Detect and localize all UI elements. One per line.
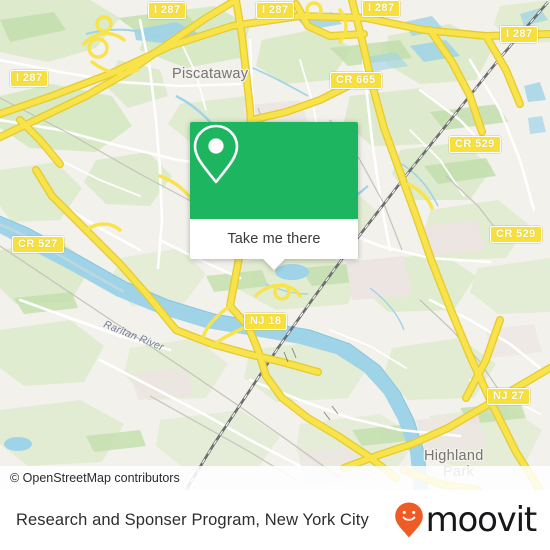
route-shield-i287-right[interactable]: I 287 [500,26,539,43]
route-shield-cr529-south[interactable]: CR 529 [490,226,542,243]
place-label-piscataway: Piscataway [172,66,249,82]
popup-pointer-tail [263,259,285,270]
screenshot-root: Piscataway Highland Park Raritan River I… [0,0,550,550]
route-shield-nj27[interactable]: NJ 27 [487,388,531,405]
location-pin-icon [193,124,239,184]
route-shield-cr529-north[interactable]: CR 529 [449,136,501,153]
take-me-there-label: Take me there [227,231,321,247]
route-shield-nj18[interactable]: NJ 18 [244,313,288,330]
place-label-highland: Highland [424,448,484,464]
route-shield-i287-left[interactable]: I 287 [10,70,49,87]
moovit-wordmark: moovit [425,500,538,540]
route-shield-i287-top3[interactable]: I 287 [362,0,401,17]
route-shield-i287-top2[interactable]: I 287 [256,2,295,19]
map-attribution[interactable]: © OpenStreetMap contributors [0,466,550,490]
popup-image-area [190,122,358,219]
map-canvas[interactable]: Piscataway Highland Park Raritan River I… [0,0,550,490]
route-shield-cr527[interactable]: CR 527 [12,236,64,253]
location-popup-card[interactable]: Take me there [190,122,358,270]
moovit-smiley-pin-icon [394,502,423,538]
route-shield-i287-top1[interactable]: I 287 [148,2,187,19]
location-title: Research and Sponser Program, New York C… [16,510,369,529]
popup-action-area[interactable]: Take me there [190,219,358,270]
route-shield-cr665[interactable]: CR 665 [330,72,382,89]
moovit-logo[interactable]: moovit [394,500,538,540]
footer-bar: Research and Sponser Program, New York C… [0,490,550,550]
